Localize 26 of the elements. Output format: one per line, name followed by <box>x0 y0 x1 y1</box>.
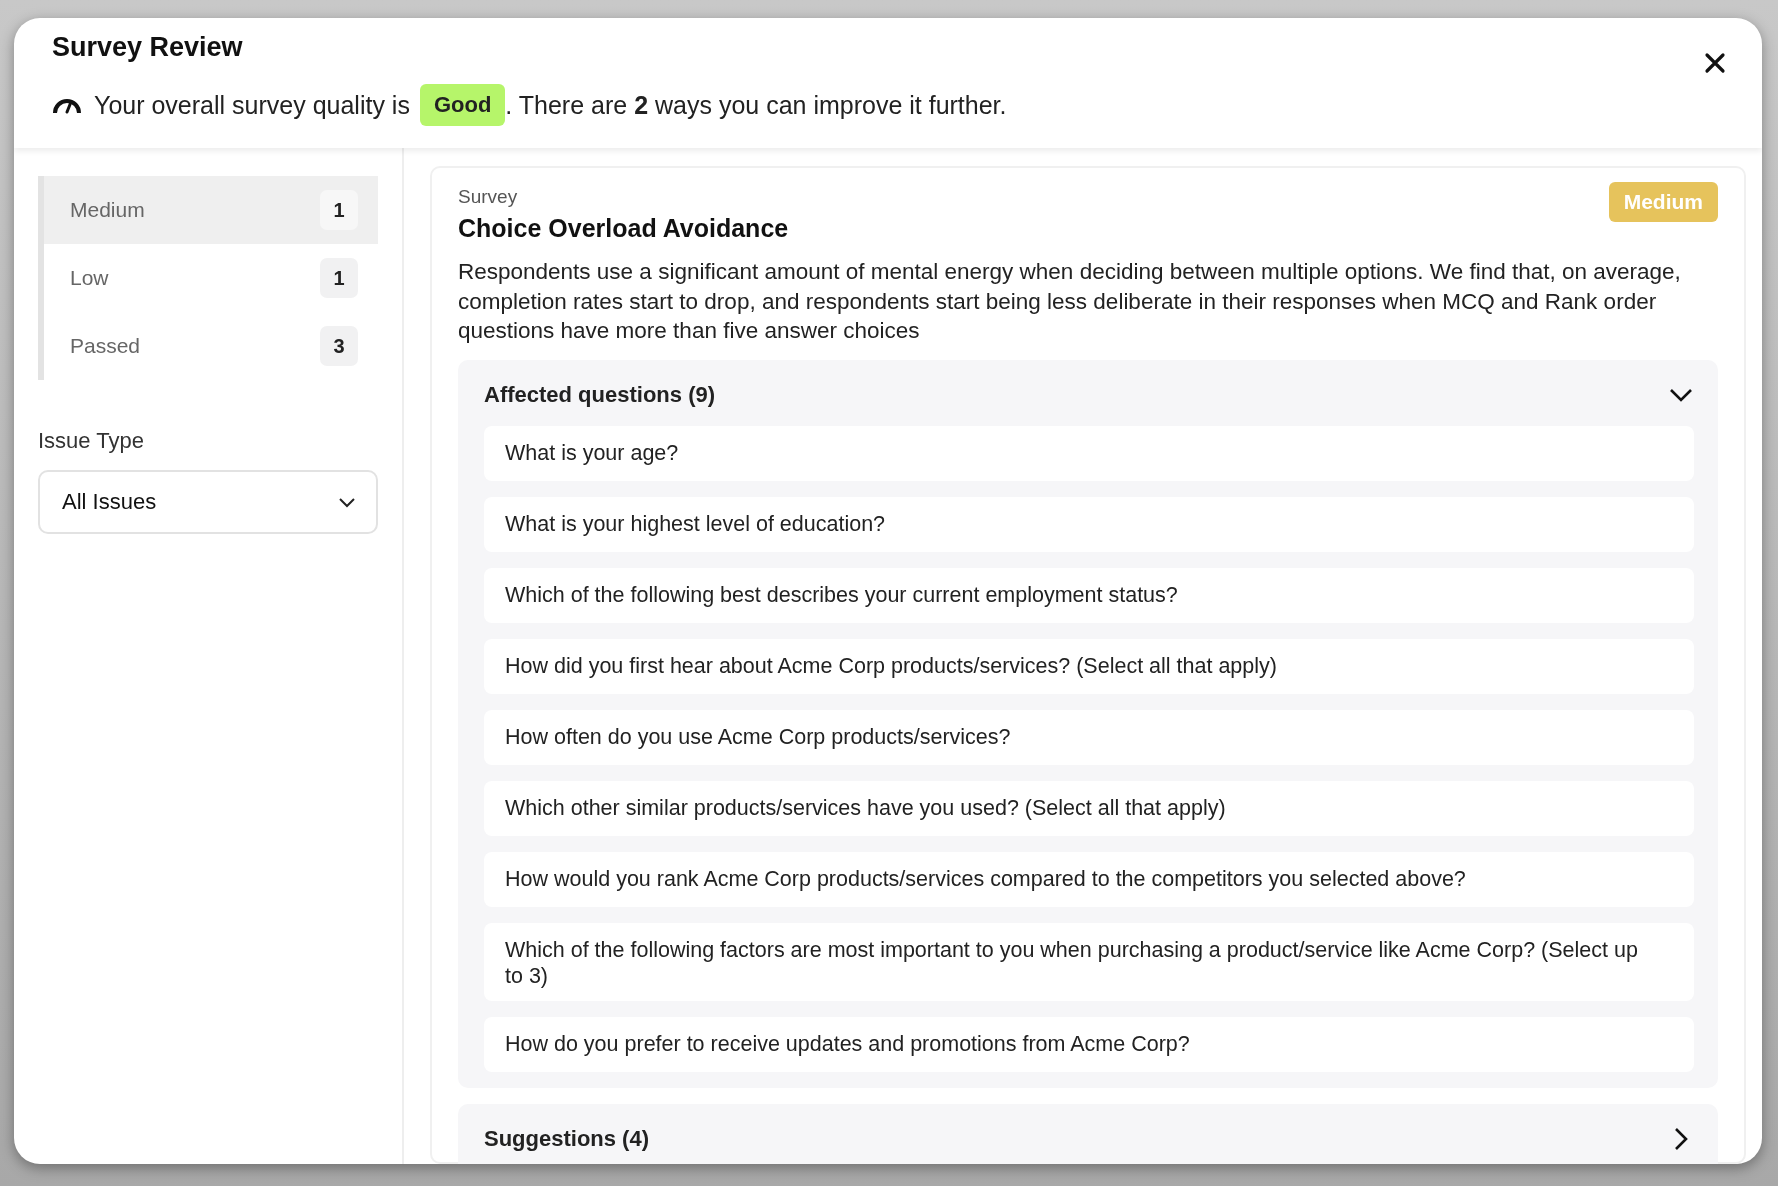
question-row[interactable]: How did you first hear about Acme Corp products/services? (Select all that apply) <box>484 638 1694 694</box>
severity-tab[interactable]: Medium 1 <box>44 176 378 244</box>
question-row[interactable]: What is your age? <box>484 425 1694 481</box>
issue-type-dropdown[interactable]: All Issues <box>38 470 378 534</box>
question-row[interactable]: Which of the following best describes your current employment status? <box>484 567 1694 623</box>
issue-category: Survey <box>458 186 519 208</box>
summary-text: . There are 2 ways you can improve it further. <box>505 90 1007 120</box>
quality-badge: Good <box>419 84 506 126</box>
window-title: Survey Review <box>52 31 243 63</box>
summary-text: Your overall survey quality is <box>94 90 410 120</box>
chevron-down-icon <box>338 496 356 508</box>
severity-badge: Medium <box>1608 182 1718 222</box>
question-row[interactable]: How would you rank Acme Corp products/services compared to the competitors you selected above? <box>484 851 1694 907</box>
accordion-header[interactable]: Affected questions (9) <box>484 359 1694 426</box>
filter-label: Issue Type <box>38 428 145 454</box>
gauge-icon <box>52 96 82 114</box>
question-row[interactable]: Which other similar products/services have you used? (Select all that apply) <box>484 780 1694 836</box>
chevron-down-icon <box>1668 386 1694 403</box>
chevron-right-icon <box>1673 1125 1689 1152</box>
question-row[interactable]: How do you prefer to receive updates and promotions from Acme Corp? <box>484 1016 1694 1072</box>
issue-title: Choice Overload Avoidance <box>458 214 789 243</box>
question-row[interactable]: What is your highest level of education? <box>484 496 1694 552</box>
question-row[interactable]: How often do you use Acme Corp products/services? <box>484 709 1694 765</box>
question-row[interactable]: Which of the following factors are most important to you when purchasing a product/service like Acme Corp? (Select up to 3) <box>484 922 1694 1001</box>
issue-description: Respondents use a significant amount of mental energy when deciding between multiple options. We find that, on average, completion rates start to drop, and respondents start being less deliberate in their responses when MCQ and Rank order questions have more than five answer choices <box>458 258 1682 345</box>
accordion-header[interactable]: Suggestions (4) <box>484 1103 1694 1164</box>
